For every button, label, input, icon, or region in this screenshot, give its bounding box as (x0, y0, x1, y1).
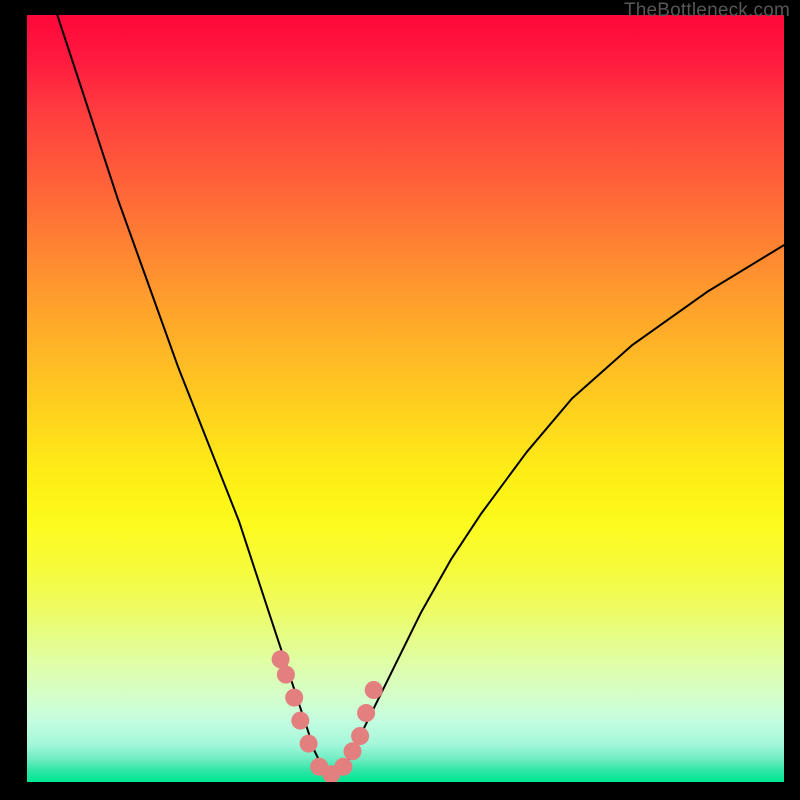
curve-path (57, 15, 784, 774)
highlight-marker (322, 765, 340, 782)
highlight-marker (351, 727, 369, 745)
bottleneck-curve (27, 15, 784, 782)
highlight-marker (344, 742, 362, 760)
highlight-marker (300, 735, 318, 753)
highlight-marker (291, 712, 309, 730)
highlight-marker (277, 666, 295, 684)
highlight-marker (365, 681, 383, 699)
watermark-text: TheBottleneck.com (624, 0, 790, 22)
highlight-marker (285, 689, 303, 707)
chart-stage: TheBottleneck.com (0, 0, 800, 800)
highlight-marker (357, 704, 375, 722)
plot-area (27, 15, 784, 782)
highlight-marker (272, 650, 290, 668)
highlight-marker (334, 758, 352, 776)
highlight-marker (310, 758, 328, 776)
